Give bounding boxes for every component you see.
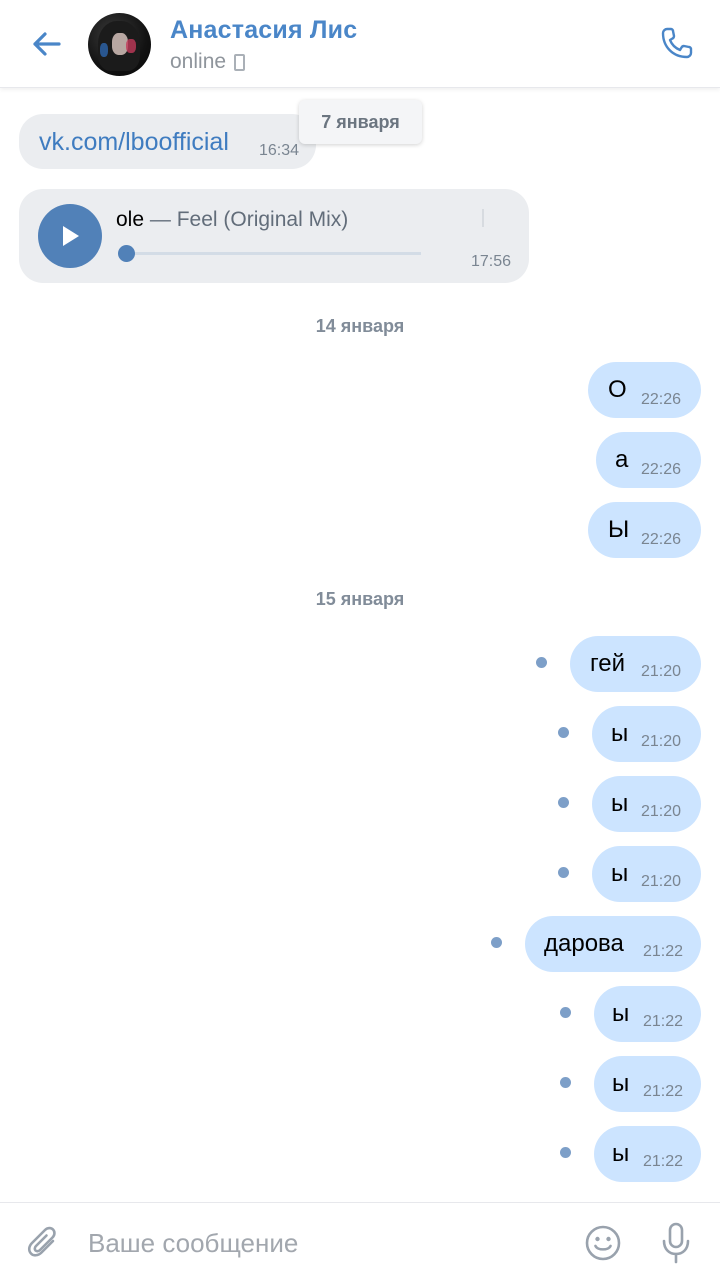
- message-time: 21:20: [641, 873, 682, 890]
- message-time: 21:20: [641, 663, 682, 680]
- outgoing-message[interactable]: О 22:26: [588, 362, 701, 418]
- outgoing-message[interactable]: ы 21:22: [594, 1126, 701, 1182]
- message-time: 16:34: [259, 142, 300, 159]
- microphone-button[interactable]: [654, 1219, 698, 1267]
- contact-name[interactable]: Анастасия Лис: [170, 16, 357, 45]
- outgoing-message[interactable]: дарова 21:22: [525, 916, 701, 972]
- message-text: Ы: [608, 516, 630, 543]
- message-text: а: [615, 446, 629, 473]
- outgoing-message[interactable]: гей 21:20: [570, 636, 701, 692]
- audio-divider: [482, 209, 484, 227]
- outgoing-message[interactable]: ы 21:20: [592, 846, 701, 902]
- message-link[interactable]: vk.com/lboofficial: [39, 128, 229, 157]
- unread-indicator: [560, 1077, 571, 1088]
- phone-icon: [661, 27, 693, 59]
- back-button[interactable]: [26, 24, 66, 64]
- message-text: ы: [611, 790, 629, 817]
- audio-seek-handle[interactable]: [118, 245, 135, 262]
- unread-indicator: [560, 1007, 571, 1018]
- emoji-button[interactable]: [581, 1221, 625, 1265]
- message-time: 22:26: [641, 391, 682, 408]
- message-time: 21:22: [643, 943, 684, 960]
- status-text: online: [170, 50, 227, 73]
- message-text: ы: [611, 720, 629, 747]
- unread-indicator: [536, 657, 547, 668]
- message-text: гей: [590, 650, 625, 677]
- call-button[interactable]: [656, 22, 698, 64]
- message-time: 21:22: [643, 1013, 684, 1030]
- message-composer: [0, 1202, 720, 1280]
- audio-message: ole — Feel (Original Mix) 17:56: [19, 189, 529, 283]
- paperclip-icon: [27, 1226, 56, 1257]
- contact-status: online: [170, 50, 246, 74]
- message-text: О: [608, 376, 627, 403]
- outgoing-message[interactable]: Ы 22:26: [588, 502, 701, 558]
- message-time: 22:26: [641, 531, 682, 548]
- chat-header: Анастасия Лис online: [0, 0, 720, 88]
- audio-track-name: Feel (Original Mix): [176, 208, 349, 231]
- outgoing-message[interactable]: а 22:26: [596, 432, 701, 488]
- message-time: 21:20: [641, 803, 682, 820]
- message-text: ы: [612, 1000, 630, 1027]
- audio-artist: ole: [116, 208, 145, 231]
- attach-button[interactable]: [22, 1221, 66, 1265]
- unread-indicator: [558, 727, 569, 738]
- unread-indicator: [560, 1147, 571, 1158]
- message-time: 21:20: [641, 733, 682, 750]
- arrow-left-icon: [33, 32, 61, 56]
- audio-title: ole — Feel (Original Mix): [116, 208, 471, 232]
- play-icon: [63, 226, 79, 246]
- floating-date: 7 января: [299, 100, 422, 144]
- audio-separator: —: [144, 208, 177, 231]
- message-text: ы: [611, 860, 629, 887]
- message-text: ы: [612, 1140, 630, 1167]
- unread-indicator: [558, 797, 569, 808]
- message-time: 22:26: [641, 461, 682, 478]
- outgoing-message[interactable]: ы 21:22: [594, 1056, 701, 1112]
- unread-indicator: [558, 867, 569, 878]
- avatar[interactable]: [88, 13, 151, 76]
- message-time: 17:56: [471, 253, 512, 270]
- smile-icon: [585, 1225, 621, 1261]
- outgoing-message[interactable]: ы 21:20: [592, 776, 701, 832]
- mobile-icon: [234, 53, 246, 71]
- play-button[interactable]: [38, 204, 102, 268]
- message-input[interactable]: [88, 1221, 558, 1265]
- unread-indicator: [491, 937, 502, 948]
- audio-progress-track[interactable]: [125, 252, 421, 255]
- microphone-icon: [662, 1222, 690, 1264]
- message-text: ы: [612, 1070, 630, 1097]
- message-time: 21:22: [643, 1083, 684, 1100]
- outgoing-message[interactable]: ы 21:20: [592, 706, 701, 762]
- message-time: 21:22: [643, 1153, 684, 1170]
- outgoing-message[interactable]: ы 21:22: [594, 986, 701, 1042]
- incoming-message[interactable]: vk.com/lboofficial 16:34: [19, 114, 316, 169]
- message-text: дарова: [544, 930, 624, 957]
- date-separator: 15 января: [315, 589, 405, 609]
- date-separator: 14 января: [315, 316, 405, 336]
